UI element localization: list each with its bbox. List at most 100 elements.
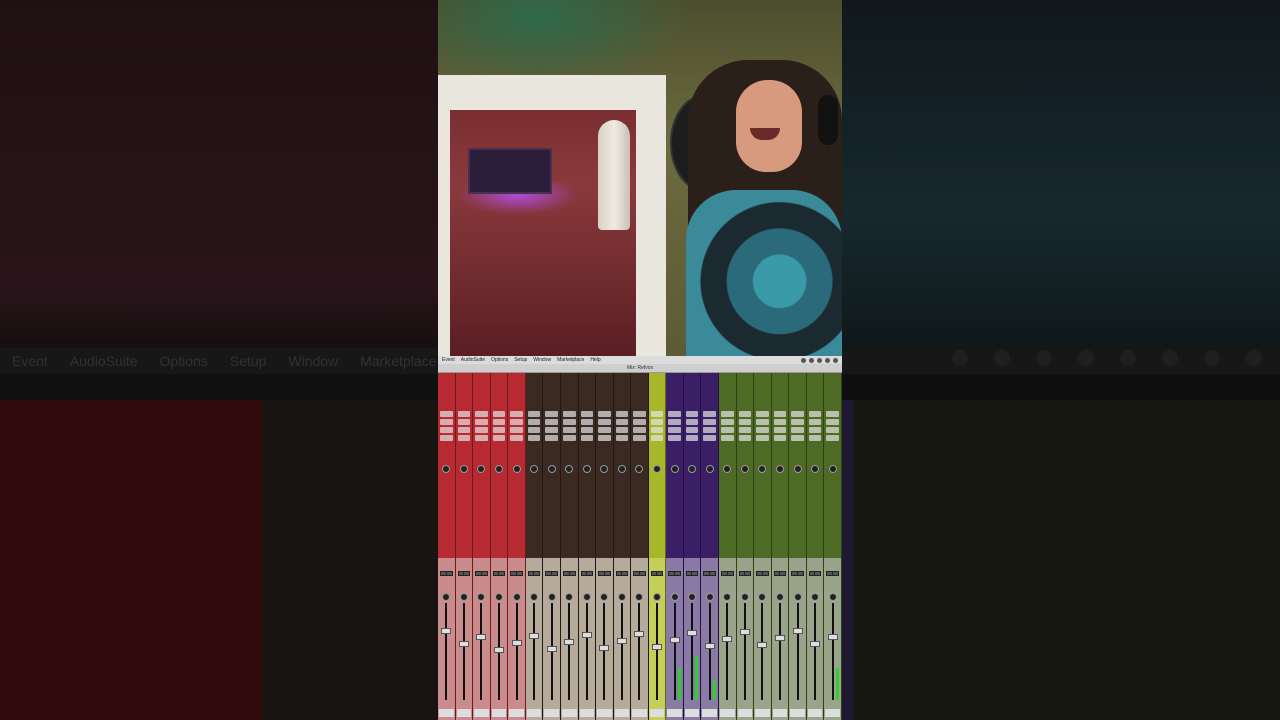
insert-slot[interactable] [721,419,734,425]
insert-slot[interactable] [562,411,576,417]
insert-slot[interactable] [633,411,646,417]
mixer-channel-strip[interactable] [596,373,614,720]
insert-slot[interactable] [756,427,769,433]
insert-slot[interactable] [703,427,716,433]
insert-slot[interactable] [808,419,822,425]
daw-menu-setup[interactable]: Setup [514,357,527,363]
track-name[interactable] [755,709,770,717]
fader-track[interactable] [796,603,799,700]
send-knob[interactable] [512,465,521,473]
insert-slot[interactable] [615,419,629,425]
track-name[interactable] [491,709,507,717]
send-knob[interactable] [582,465,591,473]
fader-cap[interactable] [810,641,821,647]
insert-slot[interactable] [756,411,769,417]
pan-knob[interactable] [740,593,749,601]
insert-slot[interactable] [457,419,471,425]
insert-slot[interactable] [826,411,839,417]
track-name[interactable] [597,709,612,717]
insert-slot[interactable] [721,411,734,417]
status-icon[interactable] [801,357,806,363]
fader-track[interactable] [533,603,536,700]
mute-button[interactable] [533,571,541,576]
send-knob[interactable] [740,465,749,473]
track-name[interactable] [456,709,472,717]
track-name[interactable] [737,709,753,717]
send-knob[interactable] [547,465,556,473]
mute-button[interactable] [621,571,629,576]
fader-track[interactable] [445,603,448,700]
mute-button[interactable] [744,571,752,576]
mixer-channel-strip[interactable] [683,373,702,720]
insert-slot[interactable] [492,427,506,433]
mute-button[interactable] [638,571,646,576]
fader-track[interactable] [568,603,571,700]
insert-slot[interactable] [668,427,681,433]
insert-slot[interactable] [440,411,453,417]
send-knob[interactable] [688,465,697,473]
fader-cap[interactable] [792,628,803,634]
mute-button[interactable] [550,571,558,576]
insert-slot[interactable] [440,419,453,425]
insert-slot[interactable] [527,435,541,441]
insert-slot[interactable] [685,411,699,417]
insert-slot[interactable] [791,435,804,441]
insert-slot[interactable] [703,411,716,417]
track-name[interactable] [825,709,840,717]
send-knob[interactable] [459,465,468,473]
pan-knob[interactable] [582,593,591,601]
mixer-channel-strip[interactable] [473,373,491,720]
insert-slot[interactable] [510,411,523,417]
daw-menu-audiosuite[interactable]: AudioSuite [461,357,485,363]
send-knob[interactable] [670,465,679,473]
insert-slot[interactable] [545,419,558,425]
fader-cap[interactable] [722,636,733,642]
mixer-channel-strip[interactable] [525,373,544,720]
fader-cap[interactable] [546,646,557,652]
insert-slot[interactable] [615,411,629,417]
mixer-channel-strip[interactable] [719,373,737,720]
insert-slot[interactable] [791,411,804,417]
send-knob[interactable] [793,465,802,473]
insert-slot[interactable] [440,427,453,433]
insert-slot[interactable] [457,435,471,441]
insert-slot[interactable] [650,419,664,425]
fader-track[interactable] [620,603,623,700]
send-knob[interactable] [600,465,609,473]
insert-slot[interactable] [773,419,787,425]
mute-button[interactable] [480,571,488,576]
track-name[interactable] [667,709,682,717]
mute-button[interactable] [796,571,804,576]
insert-slot[interactable] [475,411,488,417]
track-name[interactable] [632,709,647,717]
mixer-channel-strip[interactable] [543,373,561,720]
fader-track[interactable] [691,603,694,700]
track-name[interactable] [772,709,788,717]
insert-slot[interactable] [580,419,594,425]
pan-knob[interactable] [670,593,679,601]
send-knob[interactable] [828,465,837,473]
insert-slot[interactable] [562,427,576,433]
fader-track[interactable] [462,603,465,700]
track-name[interactable] [702,709,717,717]
insert-slot[interactable] [527,411,541,417]
fader-track[interactable] [638,603,641,700]
insert-slot[interactable] [598,411,611,417]
fader-cap[interactable] [687,630,698,636]
fader-cap[interactable] [774,635,785,641]
send-knob[interactable] [775,465,784,473]
insert-slot[interactable] [615,427,629,433]
mixer-channel-strip[interactable] [508,373,526,720]
insert-slot[interactable] [773,427,787,433]
fader-cap[interactable] [493,647,504,653]
insert-slot[interactable] [791,427,804,433]
send-knob[interactable] [705,465,714,473]
mute-button[interactable] [445,571,453,576]
track-name[interactable] [684,709,700,717]
insert-slot[interactable] [545,427,558,433]
mute-button[interactable] [709,571,716,576]
insert-slot[interactable] [773,435,787,441]
fader-cap[interactable] [441,628,452,634]
fader-track[interactable] [585,603,588,700]
insert-slot[interactable] [545,411,558,417]
